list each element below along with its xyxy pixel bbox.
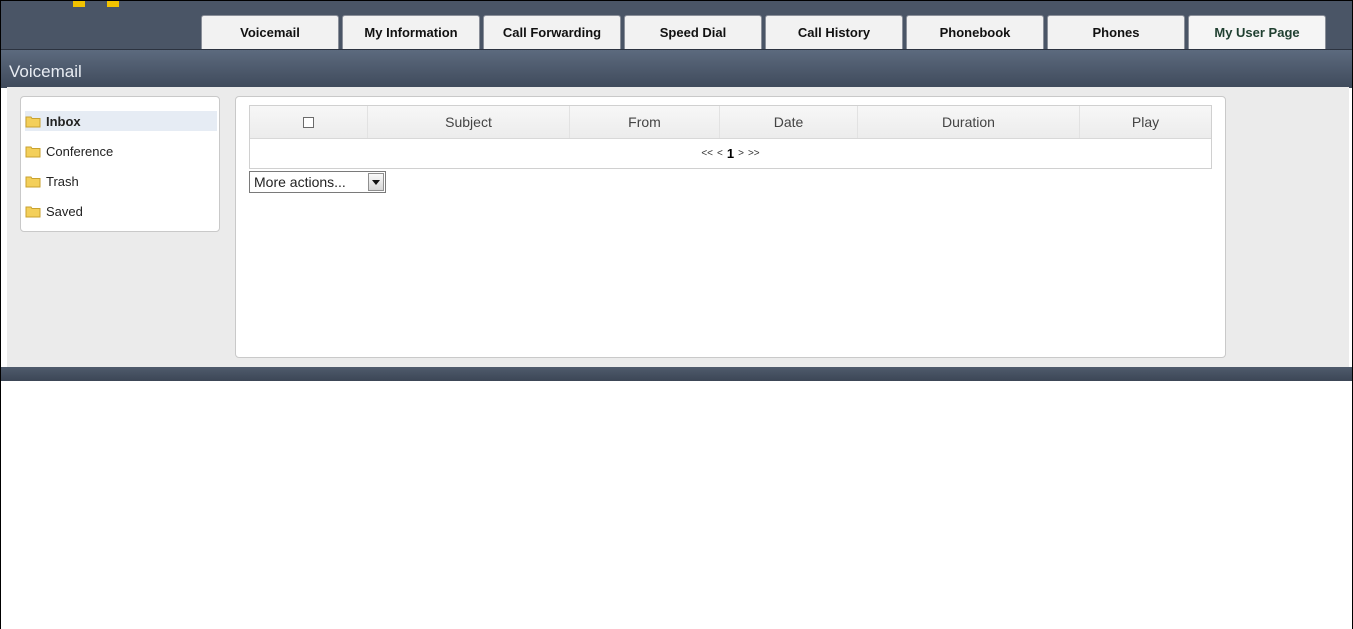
app-frame: Voicemail My Information Call Forwarding…	[0, 0, 1353, 629]
tab-call-forwarding[interactable]: Call Forwarding	[483, 15, 621, 49]
tab-my-user-page[interactable]: My User Page	[1188, 15, 1326, 49]
folder-icon	[25, 146, 41, 157]
folder-item-trash[interactable]: Trash	[25, 171, 217, 191]
column-header-duration[interactable]: Duration	[858, 106, 1080, 138]
folder-label: Conference	[46, 143, 114, 159]
first-page-link[interactable]: <<	[701, 148, 713, 159]
last-page-link[interactable]: >>	[748, 148, 760, 159]
folder-icon	[25, 116, 41, 127]
chevron-down-icon	[372, 179, 380, 185]
column-header-date[interactable]: Date	[720, 106, 858, 138]
folder-icon	[25, 206, 41, 217]
select-all-column	[250, 106, 368, 138]
header-band: Voicemail My Information Call Forwarding…	[1, 1, 1352, 49]
prev-page-link[interactable]: <	[717, 148, 723, 159]
message-panel: Subject From Date Duration Play << < 1 >…	[235, 96, 1226, 358]
logo-icon	[73, 1, 119, 7]
tab-phonebook[interactable]: Phonebook	[906, 15, 1044, 49]
folder-item-saved[interactable]: Saved	[25, 201, 217, 221]
next-page-link[interactable]: >	[738, 148, 744, 159]
tab-voicemail[interactable]: Voicemail	[201, 15, 339, 49]
current-page: 1	[726, 146, 735, 161]
tab-phones[interactable]: Phones	[1047, 15, 1185, 49]
footer-bar	[1, 367, 1352, 381]
more-actions-select[interactable]: More actions...	[249, 171, 386, 193]
section-header: Voicemail	[1, 49, 1352, 88]
folder-item-conference[interactable]: Conference	[25, 141, 217, 161]
tab-my-information[interactable]: My Information	[342, 15, 480, 49]
folder-list: Inbox Conference Trash Saved	[20, 96, 220, 232]
content-panel: Inbox Conference Trash Saved Subject Fro…	[7, 87, 1349, 367]
folder-label: Inbox	[46, 113, 81, 129]
folder-item-inbox[interactable]: Inbox	[25, 111, 217, 131]
table-header: Subject From Date Duration Play	[250, 106, 1211, 139]
select-all-checkbox[interactable]	[303, 116, 314, 128]
pagination: << < 1 > >>	[250, 139, 1211, 168]
main-tabs: Voicemail My Information Call Forwarding…	[201, 15, 1326, 49]
column-header-play[interactable]: Play	[1080, 106, 1211, 138]
tab-speed-dial[interactable]: Speed Dial	[624, 15, 762, 49]
folder-label: Saved	[46, 203, 83, 219]
page-title: Voicemail	[9, 62, 82, 81]
folder-label: Trash	[46, 173, 79, 189]
column-header-from[interactable]: From	[570, 106, 720, 138]
folder-icon	[25, 176, 41, 187]
tab-call-history[interactable]: Call History	[765, 15, 903, 49]
message-table: Subject From Date Duration Play << < 1 >…	[249, 105, 1212, 169]
dropdown-arrow-icon[interactable]	[368, 173, 384, 191]
more-actions-value: More actions...	[254, 174, 346, 190]
column-header-subject[interactable]: Subject	[368, 106, 570, 138]
